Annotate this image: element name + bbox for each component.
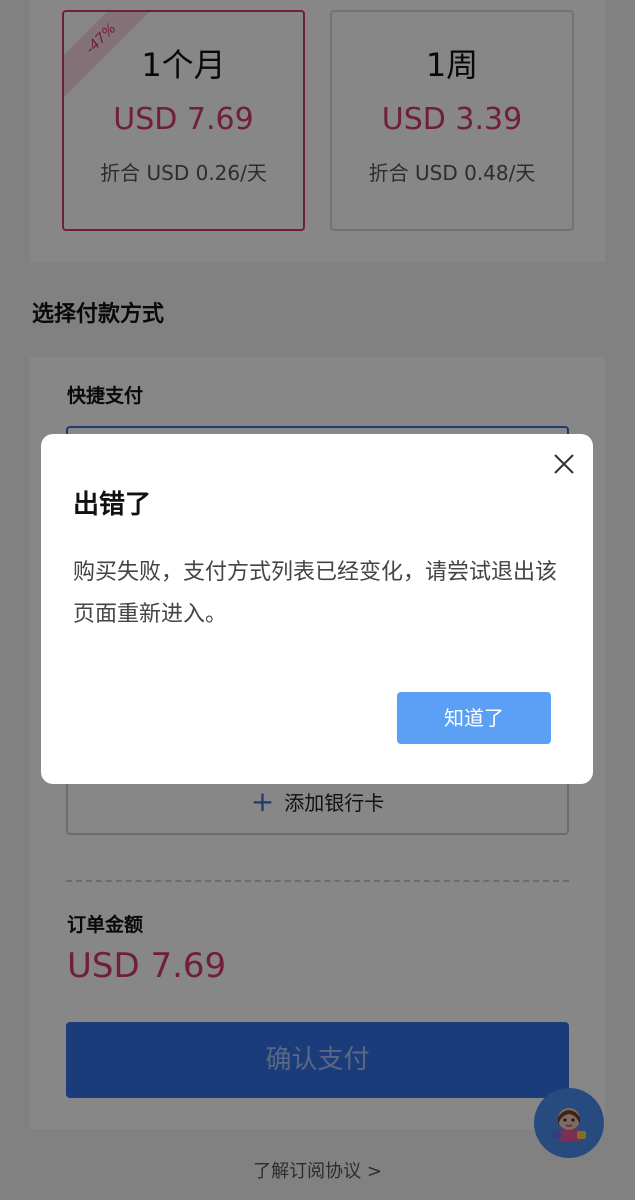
dialog-title: 出错了	[73, 490, 152, 520]
close-icon[interactable]	[550, 450, 578, 478]
dialog-message: 购买失败，支付方式列表已经变化，请尝试退出该页面重新进入。	[73, 560, 558, 627]
error-dialog: 出错了 购买失败，支付方式列表已经变化，请尝试退出该页面重新进入。 知道了	[41, 434, 593, 784]
got-it-button[interactable]: 知道了	[397, 692, 551, 744]
